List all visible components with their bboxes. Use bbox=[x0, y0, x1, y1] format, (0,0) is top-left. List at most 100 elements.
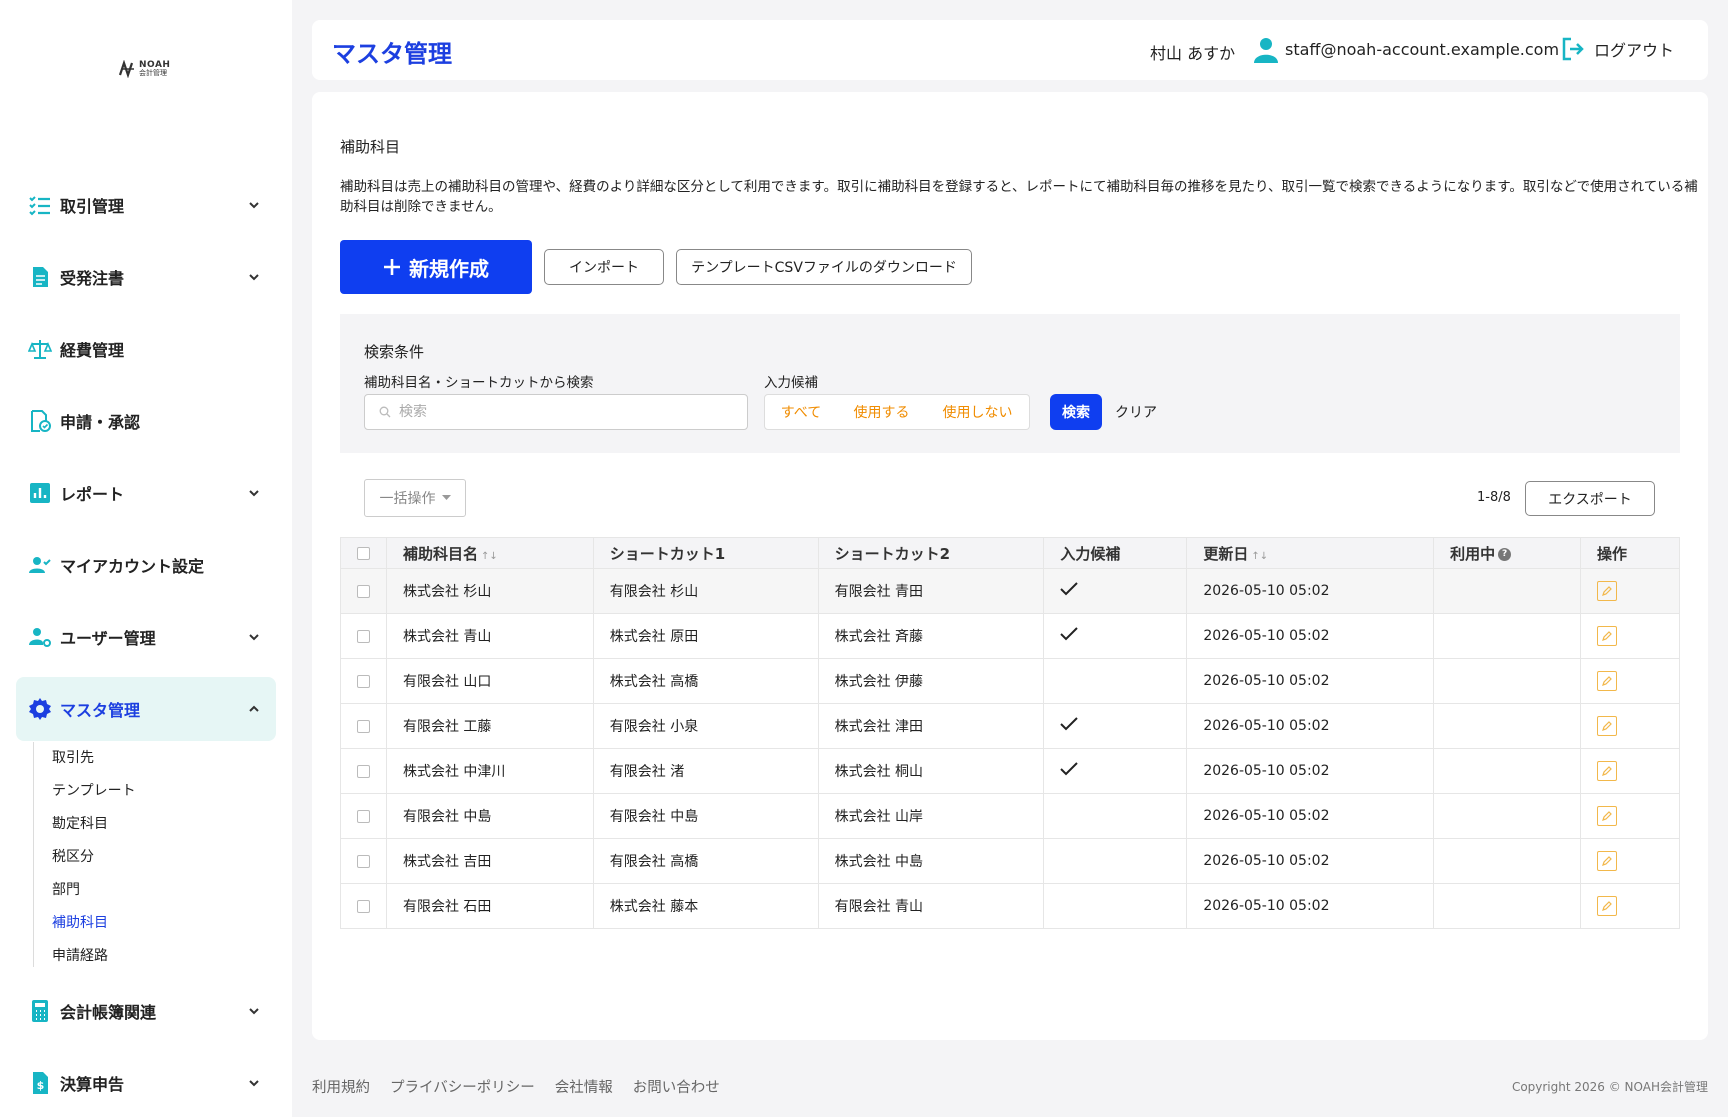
subnav-item-accounts[interactable]: 勘定科目 bbox=[52, 813, 108, 833]
subnav-item-departments[interactable]: 部門 bbox=[52, 879, 80, 899]
search-panel: 検索条件 補助科目名・ショートカットから検索 入力候補 すべて 使用する 使用し… bbox=[340, 314, 1680, 453]
footer-link-contact[interactable]: お問い合わせ bbox=[633, 1076, 720, 1097]
new-button[interactable]: 新規作成 bbox=[340, 240, 532, 294]
chevron-down-icon[interactable] bbox=[244, 1001, 264, 1021]
table-row: 有限会社 中島 有限会社 中島 株式会社 山岸 2026-05-10 05:02 bbox=[340, 793, 1680, 839]
result-count: 1-8/8 bbox=[1477, 490, 1511, 505]
row-checkbox[interactable] bbox=[356, 809, 370, 823]
sidebar-item-orders[interactable]: 受発注書 bbox=[16, 245, 276, 309]
row-checkbox[interactable] bbox=[356, 764, 370, 778]
cell-candidate bbox=[1043, 703, 1188, 749]
row-select-cell bbox=[340, 613, 387, 659]
bulk-action-dropdown[interactable]: 一括操作 bbox=[364, 479, 466, 517]
cell-shortcut1: 有限会社 杉山 bbox=[592, 568, 819, 614]
main-card: 補助科目 補助科目は売上の補助科目の管理や、経費のより詳細な区分として利用できま… bbox=[312, 92, 1708, 1040]
cell-shortcut1: 株式会社 原田 bbox=[592, 613, 819, 659]
cell-name: 有限会社 工藤 bbox=[385, 703, 594, 749]
cell-shortcut2: 株式会社 桐山 bbox=[817, 748, 1045, 794]
table-row: 有限会社 石田 株式会社 藤本 有限会社 青山 2026-05-10 05:02 bbox=[340, 883, 1680, 929]
cell-candidate bbox=[1043, 748, 1188, 794]
edit-icon[interactable] bbox=[1597, 851, 1618, 871]
chevron-down-icon[interactable] bbox=[244, 483, 264, 503]
search-input[interactable] bbox=[399, 404, 719, 420]
chevron-down-icon[interactable] bbox=[244, 627, 264, 647]
logo-icon bbox=[118, 60, 134, 78]
select-all-checkbox[interactable] bbox=[356, 547, 370, 560]
sidebar-item-label: 決算申告 bbox=[60, 1075, 125, 1094]
sidebar-item-expenses[interactable]: 経費管理 bbox=[16, 317, 276, 381]
chevron-down-icon[interactable] bbox=[244, 195, 264, 215]
sidebar-item-approvals[interactable]: 申請・承認 bbox=[16, 389, 276, 453]
edit-icon[interactable] bbox=[1597, 806, 1618, 826]
sidebar-item-my-account[interactable]: マイアカウント設定 bbox=[16, 533, 276, 597]
row-checkbox[interactable] bbox=[356, 629, 370, 643]
import-button[interactable]: インポート bbox=[544, 249, 664, 285]
sidebar-item-label: 受発注書 bbox=[60, 269, 125, 288]
candidate-label: 入力候補 bbox=[764, 375, 818, 391]
footer-links: 利用規約 プライバシーポリシー 会社情報 お問い合わせ bbox=[312, 1076, 720, 1097]
cell-name: 株式会社 杉山 bbox=[385, 568, 594, 614]
logout-button[interactable]: ログアウト bbox=[1560, 36, 1674, 62]
subnav-item-clients[interactable]: 取引先 bbox=[52, 747, 94, 767]
clear-button[interactable]: クリア bbox=[1115, 402, 1157, 422]
cell-actions bbox=[1580, 613, 1680, 659]
sort-icon[interactable]: ↑↓ bbox=[1251, 551, 1268, 562]
edit-icon[interactable] bbox=[1597, 896, 1618, 916]
sidebar-item-books[interactable]: 会計帳簿関連 bbox=[16, 979, 276, 1043]
edit-icon[interactable] bbox=[1597, 671, 1618, 691]
cell-candidate bbox=[1043, 568, 1188, 614]
cell-name: 有限会社 中島 bbox=[385, 793, 594, 839]
edit-icon[interactable] bbox=[1597, 581, 1618, 601]
chevron-down-icon[interactable] bbox=[244, 1073, 264, 1093]
footer-link-company[interactable]: 会社情報 bbox=[555, 1076, 613, 1097]
sidebar-item-reports[interactable]: レポート bbox=[16, 461, 276, 525]
row-checkbox[interactable] bbox=[356, 854, 370, 868]
row-checkbox[interactable] bbox=[356, 899, 370, 913]
row-checkbox[interactable] bbox=[356, 584, 370, 598]
cell-updated: 2026-05-10 05:02 bbox=[1186, 658, 1435, 704]
footer-link-terms[interactable]: 利用規約 bbox=[312, 1076, 370, 1097]
export-button[interactable]: エクスポート bbox=[1525, 481, 1655, 516]
cell-updated: 2026-05-10 05:02 bbox=[1186, 568, 1435, 614]
cell-actions bbox=[1580, 883, 1680, 929]
row-select-cell bbox=[340, 838, 387, 884]
col-updated[interactable]: 更新日 ↑↓ bbox=[1186, 537, 1435, 569]
search-button[interactable]: 検索 bbox=[1050, 394, 1102, 430]
chevron-down-icon[interactable] bbox=[244, 267, 264, 287]
caret-down-icon bbox=[441, 495, 451, 500]
sidebar-item-transactions[interactable]: 取引管理 bbox=[16, 173, 276, 237]
bulk-action-label: 一括操作 bbox=[379, 491, 436, 507]
sidebar-item-users[interactable]: ユーザー管理 bbox=[16, 605, 276, 669]
edit-icon[interactable] bbox=[1597, 761, 1618, 781]
cell-shortcut1: 株式会社 高橋 bbox=[592, 658, 819, 704]
cell-shortcut2: 株式会社 伊藤 bbox=[817, 658, 1045, 704]
cell-actions bbox=[1580, 793, 1680, 839]
row-checkbox[interactable] bbox=[356, 674, 370, 688]
search-box[interactable] bbox=[364, 394, 748, 430]
chevron-up-icon[interactable] bbox=[244, 699, 264, 719]
sidebar-item-settlement[interactable]: $ 決算申告 bbox=[16, 1051, 276, 1115]
subnav-item-sub-accounts[interactable]: 補助科目 bbox=[52, 912, 108, 932]
app-logo[interactable]: NOAH 会計管理 bbox=[118, 60, 170, 78]
subnav-item-templates[interactable]: テンプレート bbox=[52, 780, 136, 800]
col-name[interactable]: 補助科目名 ↑↓ bbox=[385, 537, 594, 569]
filter-use[interactable]: 使用する bbox=[837, 394, 927, 430]
footer-link-privacy[interactable]: プライバシーポリシー bbox=[390, 1076, 535, 1097]
approval-icon bbox=[28, 409, 52, 433]
filter-all[interactable]: すべて bbox=[764, 394, 838, 430]
user-name: 村山 あすか bbox=[1150, 44, 1236, 63]
template-download-button[interactable]: テンプレートCSVファイルのダウンロード bbox=[676, 249, 972, 285]
sidebar-item-master[interactable]: マスタ管理 bbox=[16, 677, 276, 741]
edit-icon[interactable] bbox=[1597, 626, 1618, 646]
table-row: 株式会社 吉田 有限会社 高橋 株式会社 中島 2026-05-10 05:02 bbox=[340, 838, 1680, 884]
row-checkbox[interactable] bbox=[356, 719, 370, 733]
edit-icon[interactable] bbox=[1597, 716, 1618, 736]
subnav-item-routes[interactable]: 申請経路 bbox=[52, 945, 108, 965]
row-select-cell bbox=[340, 883, 387, 929]
filter-not-use[interactable]: 使用しない bbox=[926, 394, 1030, 430]
table-row: 有限会社 山口 株式会社 高橋 株式会社 伊藤 2026-05-10 05:02 bbox=[340, 658, 1680, 704]
sort-icon[interactable]: ↑↓ bbox=[481, 551, 498, 562]
plus-icon bbox=[384, 259, 400, 275]
help-icon[interactable]: ? bbox=[1498, 547, 1512, 561]
subnav-item-tax[interactable]: 税区分 bbox=[52, 846, 94, 866]
